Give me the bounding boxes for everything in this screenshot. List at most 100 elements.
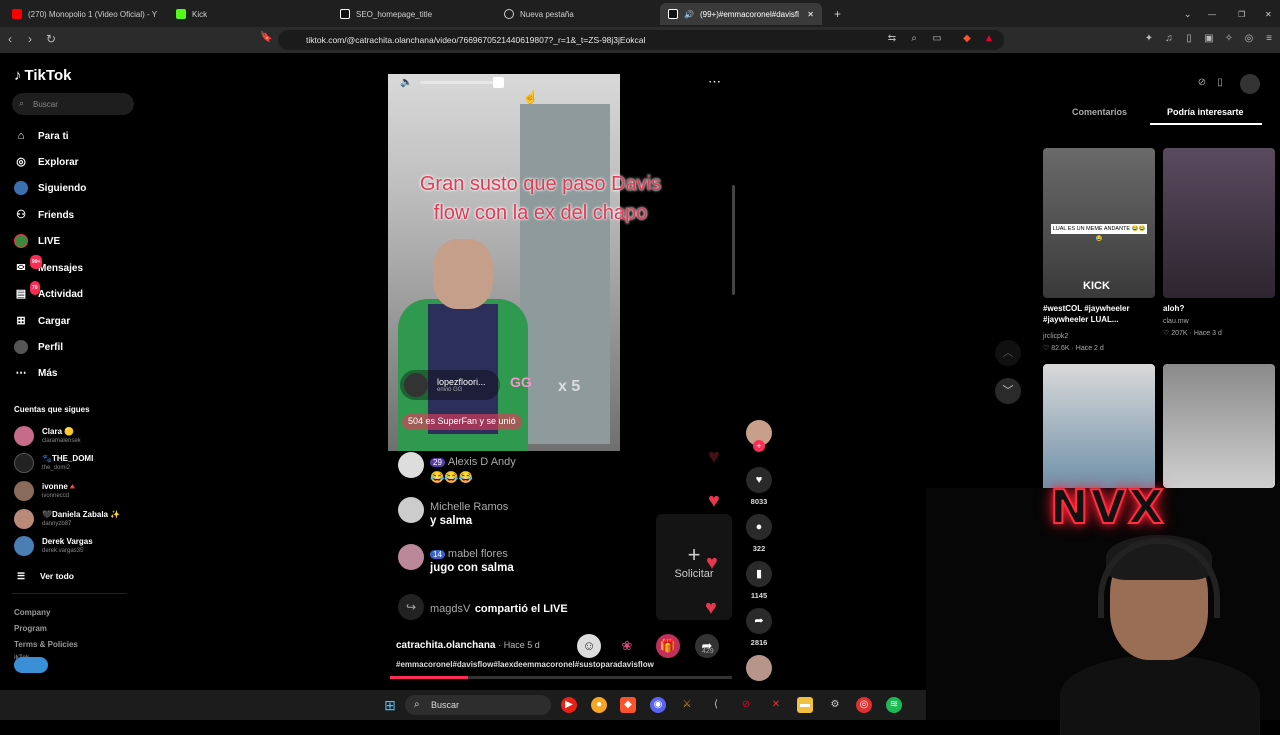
volume-knob[interactable]: [493, 77, 505, 88]
close-window-icon[interactable]: ✕: [1257, 3, 1273, 25]
nav-cargar[interactable]: ⊞ Cargar: [14, 314, 70, 328]
bookmark-icon[interactable]: 🔖: [260, 32, 272, 43]
tab-podria-interesarte[interactable]: Podría interesarte: [1167, 107, 1244, 117]
close-tab-icon[interactable]: ✕: [807, 10, 814, 19]
menu-icon[interactable]: ≡: [1263, 33, 1275, 45]
maximize-icon[interactable]: ❐: [1230, 3, 1246, 25]
footer-terms[interactable]: Terms & Policies: [14, 640, 78, 649]
emoji-icon[interactable]: ☺: [577, 634, 601, 658]
spotify-icon[interactable]: ≋: [886, 697, 902, 713]
discord-icon[interactable]: ◉: [650, 697, 666, 713]
tab-tiktok-active[interactable]: 🔊 (99+)#emmacoronel#davisfl ✕: [660, 3, 822, 25]
more-options-icon[interactable]: ⋯: [708, 74, 721, 90]
sidebar-icon[interactable]: ▯: [1183, 33, 1195, 45]
avatar[interactable]: [1240, 74, 1260, 94]
screen-icon[interactable]: ▭: [931, 33, 943, 45]
recommended-video-thumb[interactable]: LUAL ES UN MEME ANDANTE 😂😂😂 KICK: [1043, 148, 1155, 298]
volume-control[interactable]: 🔈: [400, 77, 505, 88]
minimize-icon[interactable]: —: [1200, 3, 1216, 25]
rose-gift-icon[interactable]: ❀: [615, 634, 639, 658]
settings-icon[interactable]: ⚙: [827, 697, 843, 713]
app-icon[interactable]: ⊘: [738, 697, 754, 713]
app-icon[interactable]: ⚔: [679, 697, 695, 713]
following-item[interactable]: Clara 🟡 claramalensek: [14, 426, 81, 446]
recommended-video-thumb[interactable]: [1043, 364, 1155, 492]
nav-mensajes[interactable]: ✉ 99+ Mensajes: [14, 255, 83, 275]
comment-button[interactable]: ● 322: [745, 514, 773, 553]
app-icon[interactable]: ⟨: [708, 697, 724, 713]
like-button[interactable]: ♥ 8033: [745, 467, 773, 506]
reload-icon[interactable]: ↻: [46, 32, 56, 46]
vpn-icon[interactable]: ◎: [1243, 33, 1255, 45]
device-icon[interactable]: ▯: [1213, 77, 1227, 91]
author-line[interactable]: catrachita.olanchana · Hace 5 d: [396, 640, 540, 651]
folder-icon[interactable]: ▬: [797, 697, 813, 713]
tab-search-chevron-icon[interactable]: ⌄: [1176, 3, 1192, 25]
rewards-icon[interactable]: ▲: [983, 33, 995, 45]
footer-program[interactable]: Program: [14, 624, 47, 633]
creator-avatar[interactable]: +: [745, 420, 773, 452]
nav-perfil[interactable]: Perfil: [14, 340, 63, 354]
nav-para-ti[interactable]: ⌂ Para ti: [14, 129, 69, 143]
nav-actividad[interactable]: ▤ 70 Actividad: [14, 281, 83, 301]
nav-friends[interactable]: ⚇ Friends: [14, 208, 74, 222]
chat-message: ↪ magdsV compartió el LIVE: [398, 594, 568, 620]
forward-icon[interactable]: ›: [28, 32, 32, 46]
tab-youtube[interactable]: (270) Monopolio 1 (Video Oficial) - Y: [4, 3, 164, 25]
sound-avatar[interactable]: [745, 655, 773, 681]
tab-kick[interactable]: Kick: [168, 3, 328, 25]
following-item[interactable]: 🐾THE_DOMI the_domi2: [14, 453, 93, 473]
nav-explorar[interactable]: ◎ Explorar: [14, 155, 78, 169]
thumb-overlay-text: LUAL ES UN MEME ANDANTE 😂😂😂: [1051, 224, 1147, 242]
nav-siguiendo[interactable]: Siguiendo: [14, 181, 86, 195]
new-tab-button[interactable]: +: [826, 3, 846, 25]
back-icon[interactable]: ‹: [8, 32, 12, 46]
save-button[interactable]: ▮ 1145: [745, 561, 773, 600]
hashtags[interactable]: #emmacoronel#davisflow#laexdeemmacoronel…: [396, 660, 654, 669]
search-input[interactable]: ⌕ Buscar: [12, 93, 134, 115]
app-icon[interactable]: ◎: [856, 697, 872, 713]
extensions-icon[interactable]: ✦: [1143, 33, 1155, 45]
app-icon[interactable]: ✕: [768, 697, 784, 713]
next-video-icon[interactable]: ﹀: [995, 378, 1021, 404]
brave-shield-icon[interactable]: ◆: [961, 33, 973, 45]
volume-icon[interactable]: 🔈: [400, 77, 412, 88]
floating-toggle[interactable]: [14, 657, 48, 673]
scroll-indicator[interactable]: [732, 185, 735, 295]
send-icon[interactable]: ⊘: [1195, 77, 1209, 91]
video-face: [433, 239, 493, 309]
recommended-video-thumb[interactable]: [1163, 364, 1275, 488]
translate-icon[interactable]: ⇆: [886, 33, 898, 45]
music-icon[interactable]: ♫: [1163, 33, 1175, 45]
ai-icon[interactable]: ✧: [1223, 33, 1235, 45]
request-button[interactable]: + Solicitar: [656, 514, 732, 620]
following-item[interactable]: ivonne🔺 ivonneccd: [14, 481, 78, 501]
windows-start-icon[interactable]: ⊞: [382, 697, 398, 713]
taskbar-search[interactable]: ⌕ Buscar: [405, 695, 551, 715]
brave-icon[interactable]: ◆: [620, 697, 636, 713]
nav-mas[interactable]: ⋯ Más: [14, 366, 58, 380]
following-item[interactable]: Derek Vargas derek.vargas35: [14, 536, 93, 556]
gift-box-icon[interactable]: 🎁: [656, 634, 680, 658]
recommended-title[interactable]: aloh?: [1163, 303, 1184, 314]
nav-live[interactable]: LIVE: [14, 234, 60, 248]
share-button[interactable]: ➦ 2816: [745, 608, 773, 647]
tab-comentarios[interactable]: Comentarios: [1072, 107, 1127, 117]
app-icon[interactable]: ●: [591, 697, 607, 713]
following-item[interactable]: 🖤Daniela Zabala ✨ dannyzb87: [14, 509, 120, 529]
video-progress[interactable]: [390, 676, 732, 679]
see-all-link[interactable]: ☰ Ver todo: [14, 569, 74, 583]
tiktok-logo[interactable]: ♪ TikTok: [14, 67, 71, 84]
recommended-video-thumb[interactable]: [1163, 148, 1275, 298]
recommended-title[interactable]: #westCOL #jaywheeler #jaywheeler LUAL...: [1043, 303, 1153, 325]
wallet-icon[interactable]: ▣: [1203, 33, 1215, 45]
volume-slider[interactable]: [420, 77, 505, 88]
footer-company[interactable]: Company: [14, 608, 50, 617]
tab-new[interactable]: Nueva pestaña: [496, 3, 656, 25]
tab-seo[interactable]: SEO_homepage_title: [332, 3, 492, 25]
youtube-icon[interactable]: ▶: [561, 697, 577, 713]
follow-plus-icon[interactable]: +: [753, 440, 765, 452]
zoom-icon[interactable]: ⌕: [908, 33, 920, 45]
previous-video-icon[interactable]: ︿: [995, 340, 1021, 366]
comment-icon: ●: [746, 514, 772, 540]
